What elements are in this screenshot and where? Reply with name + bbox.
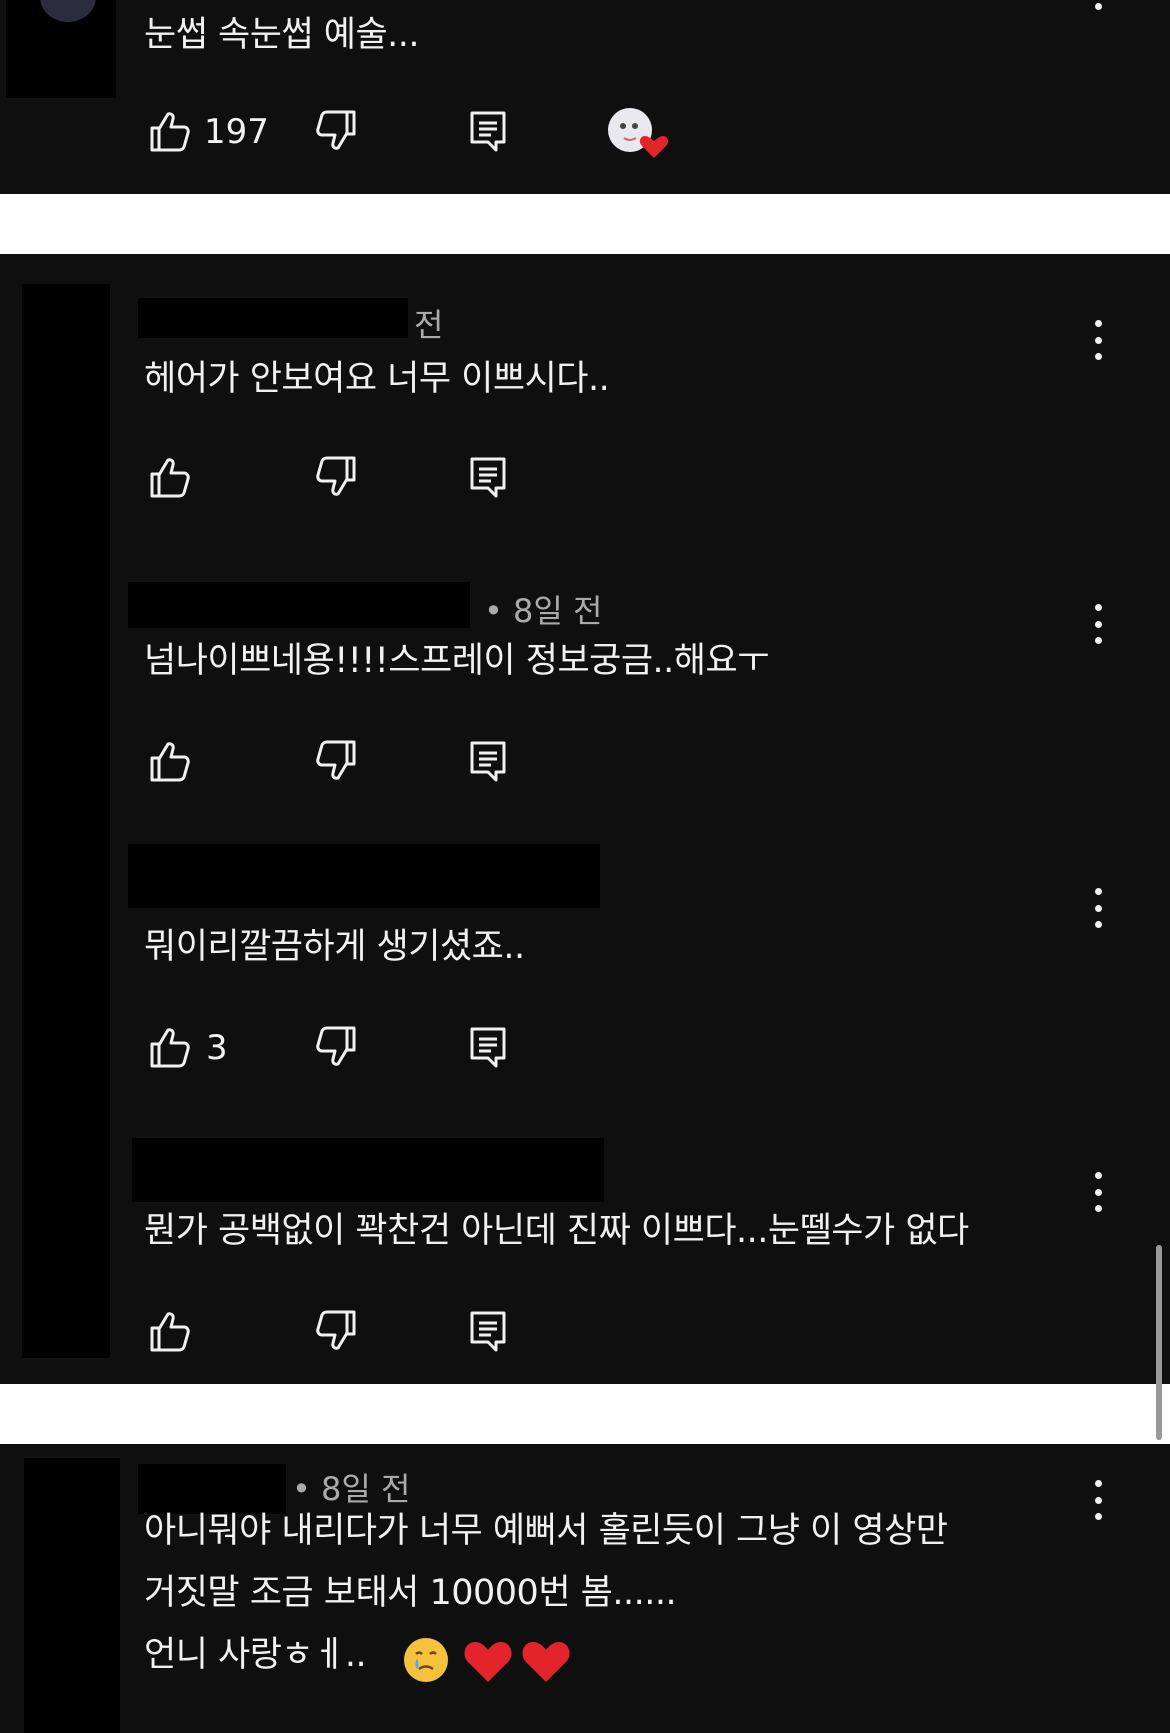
avatar[interactable] xyxy=(24,1458,120,1733)
thumb-up-icon[interactable] xyxy=(146,454,192,500)
comment-text-line: 아니뭐야 내리다가 너무 예뻐서 홀린듯이 그냥 이 영상만 xyxy=(144,1511,948,1551)
comment-text: 뭐이리깔끔하게 생기셨죠.. xyxy=(144,927,525,967)
comment-time: • 8일 전 xyxy=(484,592,603,630)
more-vert-icon[interactable] xyxy=(1088,888,1108,928)
like-count: 197 xyxy=(204,112,269,152)
comment-thread: 전 헤어가 안보여요 너무 이쁘시다.. • 8일 전 넘나이쁘네용!!!!스프… xyxy=(0,254,1170,1384)
comment-text-line: 언니 사랑ㅎㅔ.. xyxy=(144,1635,367,1675)
more-vert-icon[interactable] xyxy=(1088,1172,1108,1212)
like-count: 3 xyxy=(206,1028,228,1068)
comment-card-top: 눈썹 속눈썹 예술... 197 xyxy=(0,0,1170,194)
reply-icon[interactable] xyxy=(466,108,512,154)
red-heart-emoji xyxy=(462,1638,514,1684)
comment-text: 넘나이쁘네용!!!!스프레이 정보궁금..해요ㅜ xyxy=(144,641,769,681)
author-name[interactable] xyxy=(128,582,470,628)
reply-icon[interactable] xyxy=(466,1308,512,1354)
red-heart-emoji xyxy=(520,1638,572,1684)
thumb-up-icon[interactable] xyxy=(146,108,192,154)
more-vert-icon[interactable] xyxy=(1088,0,1108,10)
creator-heart-icon xyxy=(604,106,669,162)
comment-actions xyxy=(144,1308,744,1358)
thumb-down-icon[interactable] xyxy=(314,454,360,500)
comment-time: 전 xyxy=(414,306,444,344)
more-vert-icon[interactable] xyxy=(1088,604,1108,644)
author-name[interactable] xyxy=(128,844,600,908)
thumb-down-icon[interactable] xyxy=(314,738,360,784)
comment-actions: 3 xyxy=(144,1024,744,1074)
more-vert-icon[interactable] xyxy=(1088,320,1108,360)
comment-text: 뭔가 공백없이 꽉찬건 아닌데 진짜 이쁘다...눈뗄수가 없다 xyxy=(144,1211,969,1251)
thumb-down-icon[interactable] xyxy=(314,1308,360,1354)
scrollbar[interactable] xyxy=(1156,1245,1162,1440)
reply-icon[interactable] xyxy=(466,454,512,500)
comment-text: 눈썹 속눈썹 예술... xyxy=(144,15,420,55)
thumb-down-icon[interactable] xyxy=(314,1024,360,1070)
thumb-up-icon[interactable] xyxy=(146,1024,192,1070)
thumb-up-icon[interactable] xyxy=(146,738,192,784)
thumb-up-icon[interactable] xyxy=(146,1308,192,1354)
avatar[interactable] xyxy=(22,284,110,1358)
comment-text-line: 거짓말 조금 보태서 10000번 봄...... xyxy=(144,1573,677,1613)
author-name[interactable] xyxy=(138,298,408,338)
reply-icon[interactable] xyxy=(466,1024,512,1070)
comment-card-bottom: • 8일 전 아니뭐야 내리다가 너무 예뻐서 홀린듯이 그냥 이 영상만 거짓… xyxy=(0,1444,1170,1733)
more-vert-icon[interactable] xyxy=(1088,1480,1108,1520)
comment-text: 헤어가 안보여요 너무 이쁘시다.. xyxy=(144,359,610,399)
comment-actions: 197 xyxy=(144,108,744,158)
crying-face-emoji xyxy=(402,1636,450,1684)
reply-icon[interactable] xyxy=(466,738,512,784)
thumb-down-icon[interactable] xyxy=(314,108,360,154)
comment-actions xyxy=(144,454,744,504)
comment-actions xyxy=(144,738,744,788)
author-name[interactable] xyxy=(132,1138,604,1202)
